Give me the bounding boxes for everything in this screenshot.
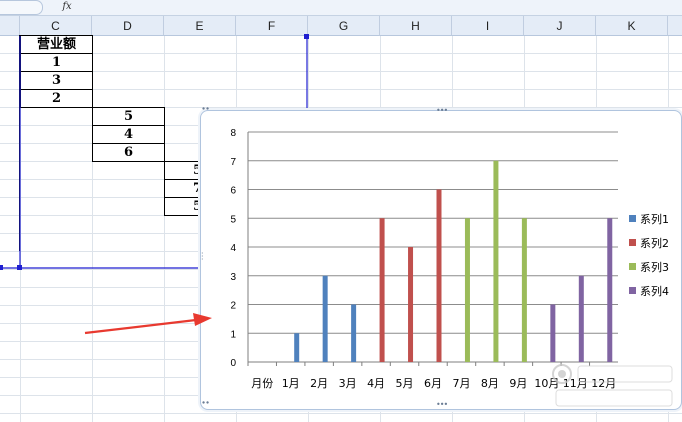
arrow-head-icon [193, 313, 212, 326]
watermark-logo [548, 360, 678, 415]
arrow-shaft [84, 318, 197, 335]
annotation-arrow [84, 313, 212, 335]
